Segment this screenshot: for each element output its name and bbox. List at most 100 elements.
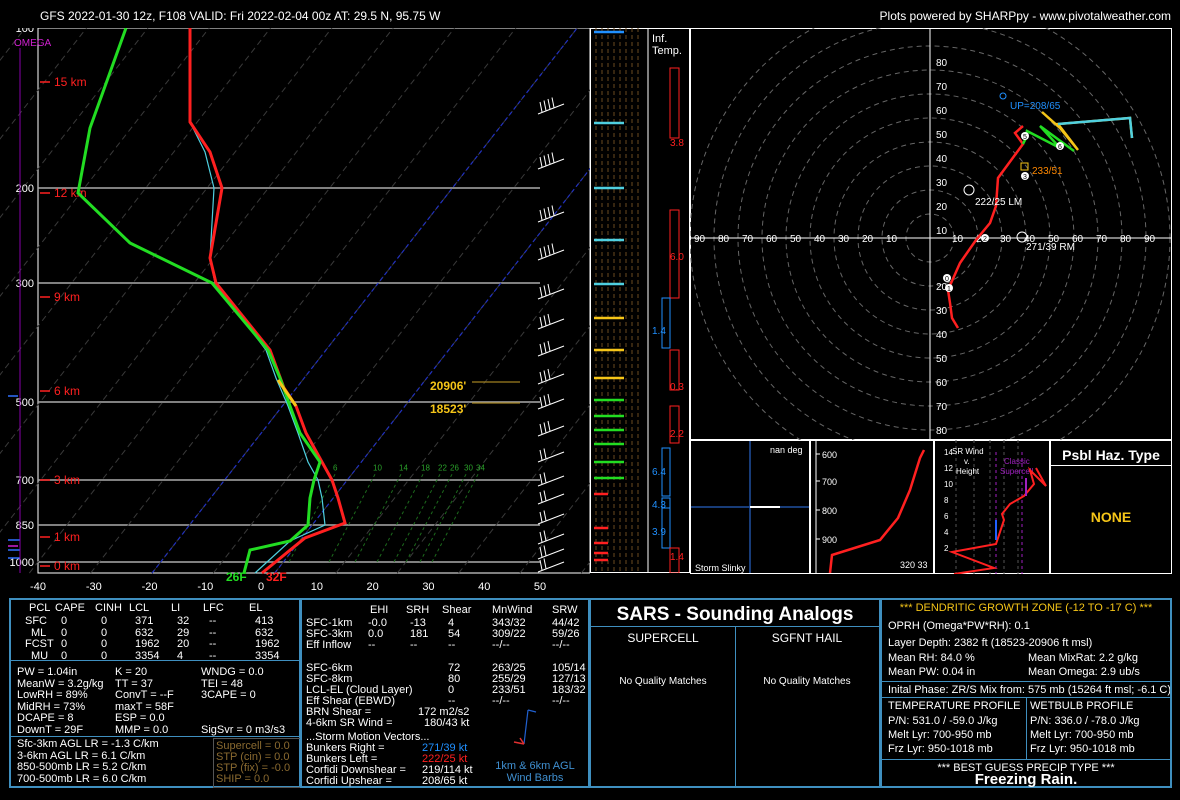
parcel-cell: 1962 [135,638,160,650]
hodo-axis-label: 80 [936,58,948,69]
pressure-tick: 700 [16,475,34,487]
hodo-ring-label: 10 [952,234,964,245]
skewt-diagram: 6 10 14 18 22 26 30 34 1002003005007008501000-4… [0,28,590,593]
hodo-axis-label: 80 [936,426,948,437]
hazard-value: NONE [1090,509,1132,525]
temp-profile-melt: Melt Lyr: 700-950 mb [888,729,992,741]
kin-cell: 72 [448,661,461,674]
sfc-temp-label: 32F [266,570,287,584]
height-label: 1 km [54,530,80,544]
sigsvr: SigSvr = 0 m3/s3 [201,723,286,736]
temp-tick: 20 [367,581,379,593]
sars-title: SARS - Sounding Analogs [616,604,854,625]
hodo-ring-label: 10 [886,234,898,245]
storm-slinky: nan deg Storm Slinky [690,440,810,574]
kin-cell: -13 [410,617,426,629]
index-mid: K = 20 [115,666,148,678]
mixing-ratio-label: 34 [476,463,485,472]
kin-cell: --/-- [552,639,570,652]
hodo-ring-label: 60 [766,234,778,245]
wetbulb-profile-pn: P/N: 336.0 / -78.0 J/kg [1030,715,1140,727]
hodo-axis-label: 30 [936,306,948,317]
inferred-temp-value: 6.0 [670,252,684,263]
parcel-cell: 632 [255,626,274,639]
parcel-header: CAPE [55,602,85,614]
hodo-height-label: 5 [1023,134,1027,141]
inferred-temp-value: 2.2 [670,429,684,440]
parcel-header: PCL [29,602,51,614]
kin-cell: 127/13 [552,673,586,685]
index-mid: TT = 37 [115,677,154,690]
sr-wind-height: 1412108642SR Windv.HeightClassicSupercel… [934,440,1050,574]
slinky-label: Storm Slinky [695,563,746,573]
srw46-value: 180/43 kt [424,717,470,729]
mixing-ratio-label: 6 [333,463,338,472]
storm-motion-value: 208/65 kt [422,775,468,787]
kin-cell: 59/26 [552,628,580,641]
inferred-temp-value: 3.9 [652,527,666,538]
srwind-title-3: Height [956,467,980,476]
index-left: MeanW = 3.2g/kg [17,677,104,690]
parcel-cell: 0 [101,615,108,627]
mixing-ratio-label: 22 [438,463,447,472]
inferred-temp-value: 1.4 [652,326,666,337]
inferred-temp-strip: 3.8 6.0 1.4 0.3 2.2 6.4 4.3 3.9 1.4 Inf. Temp. [590,28,690,573]
storm-motion-label: Corfidi Upshear = [306,775,392,787]
kin-header: Shear [442,604,472,616]
height-label: 0 km [54,559,80,573]
srwind-level: 8 [944,496,949,505]
index-mid: ESP = 0.0 [115,712,165,724]
barb-inset [513,709,537,745]
kin-cell: 309/22 [492,628,526,641]
parcel-cell: 0 [101,638,108,650]
index-left: DownT = 29F [17,723,84,736]
lapse-rate: 3-6km AGL LR = 6.1 C/km [17,749,146,762]
theta-e-profile: 600 700 800 900 320 33 [810,440,934,574]
wetbulb-profile-title: WETBULB PROFILE [1030,700,1134,712]
srwind-level: 2 [944,544,949,553]
barb-caption-2: Wind Barbs [506,772,564,784]
dgz-mean-rh: Mean RH: 84.0 % [888,652,975,664]
index-right: 3CAPE = 0 [201,689,256,701]
pressure-tick: 1000 [10,557,34,569]
index-mid: maxT = 58F [115,700,174,713]
mixing-ratio-label: 26 [450,463,459,472]
dgz-top-label: 20906' [430,379,466,393]
theta-level-label: 700 [822,477,837,487]
kin-cell: 44/42 [552,617,580,629]
dgz-mean-mixrat: Mean MixRat: 2.2 g/kg [1028,652,1139,664]
hodo-ring-label: 70 [1096,234,1108,245]
mixing-ratio-label: 18 [421,463,430,472]
hodo-axis-label: 30 [936,178,948,189]
srwind-level: 10 [944,480,953,489]
hodo-axis-label: 40 [936,330,948,341]
sars-supercell: SUPERCELL [627,631,699,645]
hodo-axis-label: 40 [936,154,948,165]
parcel-cell: -- [209,638,217,650]
dgz-title: *** DENDRITIC GROWTH ZONE (-12 TO -17 C)… [899,602,1153,614]
mean-wind-label: 233/51 [1032,166,1063,177]
pressure-tick: 850 [16,520,34,532]
composite-params: Supercell = 0.0 STP (cin) = 0.0 STP (fix) … [213,738,301,788]
temp-tick: 10 [311,581,323,593]
pressure-tick: 300 [16,278,34,290]
index-mid: ConvT = --F [115,689,174,701]
inferred-temp-value: 0.3 [670,382,684,393]
index-left: DCAPE = 8 [17,712,74,724]
kin-cell: 263/25 [492,661,526,674]
inferred-temp-value: 3.8 [670,138,684,149]
temp-tick: -30 [86,581,102,593]
sars-hail-matches: No Quality Matches [763,676,851,687]
index-mid: MMP = 0.0 [115,723,169,736]
temp-tick: -10 [197,581,213,593]
srwind-classic-1: Classic [1004,457,1030,466]
hodo-axis-label: 70 [936,82,948,93]
hodo-axis-label: 60 [936,378,948,389]
wetbulb-profile-melt: Melt Lyr: 700-950 mb [1030,729,1134,741]
srwind-level: 6 [944,512,949,521]
barb-caption-1: 1km & 6km AGL [495,760,575,772]
temp-profile-title: TEMPERATURE PROFILE [888,700,1021,712]
parcel-cell: 0 [101,626,108,639]
kin-cell: 181 [410,628,429,641]
parcel-cell: 29 [177,626,190,639]
